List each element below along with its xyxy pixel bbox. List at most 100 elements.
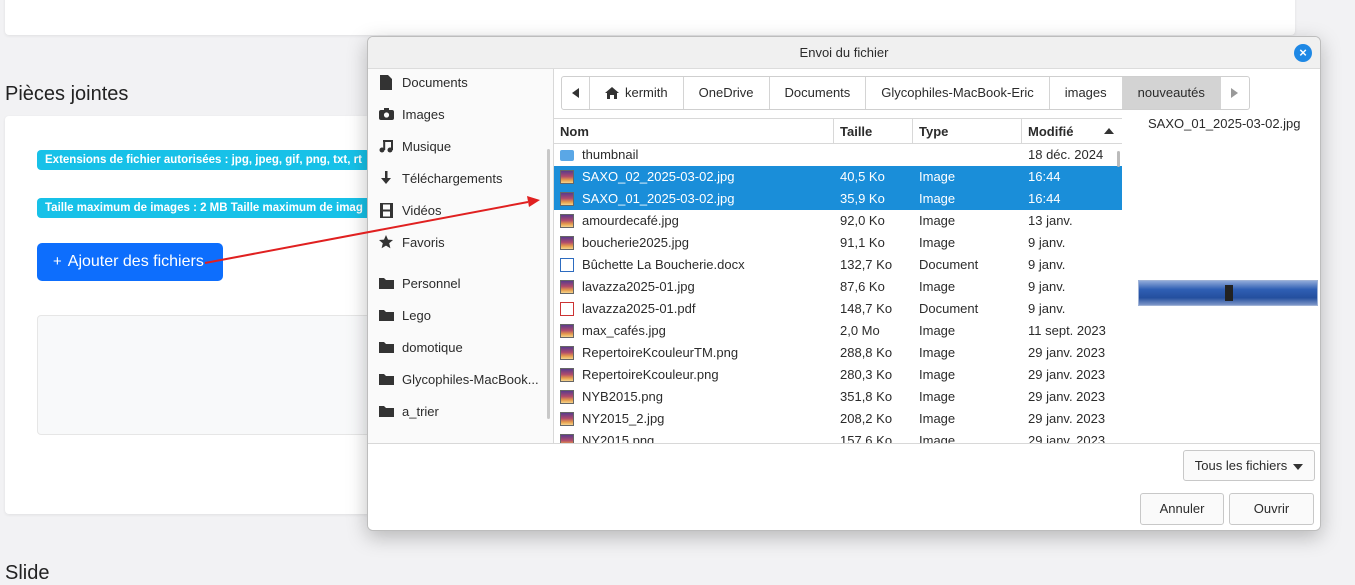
file-modified: 29 janv. 2023: [1028, 345, 1106, 360]
sidebar-item-documents[interactable]: Documents: [368, 69, 548, 95]
sidebar-item-videos[interactable]: Vidéos: [368, 197, 548, 223]
places-sidebar: Documents Images Musique Téléchargements…: [368, 69, 554, 443]
dialog-titlebar: Envoi du fichier ×: [368, 37, 1320, 69]
column-type[interactable]: Type: [913, 119, 1022, 143]
file-modified: 29 janv. 2023: [1028, 411, 1106, 426]
file-size: 148,7 Ko: [840, 301, 893, 316]
sidebar-item-downloads[interactable]: Téléchargements: [368, 165, 548, 191]
file-name-cell: NY2015.png: [554, 430, 834, 443]
sidebar-item-label: Vidéos: [402, 202, 442, 218]
file-row[interactable]: boucherie2025.jpg 91,1 Ko Image 9 janv.: [554, 232, 1122, 254]
add-files-label: Ajouter des fichiers: [67, 253, 204, 270]
file-row[interactable]: NYB2015.png 351,8 Ko Image 29 janv. 2023: [554, 386, 1122, 408]
file-name: RepertoireKcouleur.png: [582, 367, 719, 382]
file-row[interactable]: lavazza2025-01.jpg 87,6 Ko Image 9 janv.: [554, 276, 1122, 298]
sidebar-item-domotique[interactable]: domotique: [368, 334, 548, 360]
path-crumb-documents[interactable]: Documents: [770, 77, 867, 109]
sidebar-item-lego[interactable]: Lego: [368, 302, 548, 328]
dialog-footer: Tous les fichiers Annuler Ouvrir: [368, 443, 1320, 530]
path-back-button[interactable]: [562, 77, 590, 109]
path-crumb-label: kermith: [625, 85, 668, 100]
path-crumb-images[interactable]: images: [1050, 77, 1123, 109]
file-type: Image: [919, 169, 956, 184]
path-forward-button[interactable]: [1221, 77, 1249, 109]
file-list: Nom Taille Type Modifié thumbnail 18 déc.…: [554, 118, 1122, 443]
home-icon: [605, 87, 619, 99]
file-rows: thumbnail 18 déc. 2024 SAXO_02_2025-03-02.…: [554, 144, 1122, 443]
path-crumb-home[interactable]: kermith: [590, 77, 684, 109]
file-modified: 13 janv.: [1028, 213, 1073, 228]
file-modified: 18 déc. 2024: [1028, 147, 1104, 162]
image-file-icon: [560, 236, 574, 250]
file-name-cell: Bûchette La Boucherie.docx: [554, 254, 834, 276]
column-name[interactable]: Nom: [554, 119, 834, 143]
file-modified: 16:44: [1028, 191, 1061, 206]
dialog-title: Envoi du fichier: [799, 45, 889, 60]
file-name-cell: NYB2015.png: [554, 386, 834, 408]
open-button[interactable]: Ouvrir: [1229, 493, 1314, 525]
list-header: Nom Taille Type Modifié: [554, 119, 1122, 144]
file-type: Image: [919, 389, 956, 404]
file-row[interactable]: SAXO_02_2025-03-02.jpg 40,5 Ko Image 16:44: [554, 166, 1122, 188]
file-type: Image: [919, 411, 956, 426]
file-row[interactable]: NY2015_2.jpg 208,2 Ko Image 29 janv. 2023: [554, 408, 1122, 430]
folder-icon: [378, 307, 394, 323]
file-type: Image: [919, 345, 956, 360]
image-file-icon: [560, 170, 574, 184]
sidebar-item-a-trier[interactable]: a_trier: [368, 398, 548, 424]
film-icon: [378, 202, 394, 218]
file-row[interactable]: Bûchette La Boucherie.docx 132,7 Ko Docume…: [554, 254, 1122, 276]
file-name-cell: boucherie2025.jpg: [554, 232, 834, 254]
file-name-cell: SAXO_01_2025-03-02.jpg: [554, 188, 834, 210]
sort-ascending-icon: [1104, 128, 1114, 134]
file-row[interactable]: thumbnail 18 déc. 2024: [554, 144, 1122, 166]
file-name-cell: SAXO_02_2025-03-02.jpg: [554, 166, 834, 188]
filter-label: Tous les fichiers: [1194, 458, 1288, 473]
sidebar-item-music[interactable]: Musique: [368, 133, 548, 159]
file-size: 157,6 Ko: [840, 433, 893, 443]
file-type: Image: [919, 323, 956, 338]
file-type-filter[interactable]: Tous les fichiers: [1183, 450, 1315, 481]
sidebar-item-label: Personnel: [402, 275, 461, 291]
cancel-button[interactable]: Annuler: [1140, 493, 1224, 525]
sidebar-item-images[interactable]: Images: [368, 101, 548, 127]
file-size: 35,9 Ko: [840, 191, 885, 206]
file-row[interactable]: NY2015.png 157,6 Ko Image 29 janv. 2023: [554, 430, 1122, 443]
sidebar-item-personnel[interactable]: Personnel: [368, 270, 548, 296]
chevron-right-icon: [1231, 88, 1239, 98]
file-modified: 29 janv. 2023: [1028, 389, 1106, 404]
close-icon[interactable]: ×: [1294, 44, 1312, 62]
file-row[interactable]: RepertoireKcouleurTM.png 288,8 Ko Image 29 …: [554, 342, 1122, 364]
caret-down-icon: [1293, 463, 1304, 470]
add-files-button[interactable]: + Ajouter des fichiers: [37, 243, 223, 281]
file-name-cell: RepertoireKcouleurTM.png: [554, 342, 834, 364]
file-row[interactable]: amourdecafé.jpg 92,0 Ko Image 13 janv.: [554, 210, 1122, 232]
file-drop-zone[interactable]: [37, 315, 375, 435]
file-row[interactable]: max_cafés.jpg 2,0 Mo Image 11 sept. 2023: [554, 320, 1122, 342]
sidebar-item-glycophiles[interactable]: Glycophiles-MacBook...: [368, 366, 548, 392]
file-name: SAXO_01_2025-03-02.jpg: [582, 191, 735, 206]
file-name: boucherie2025.jpg: [582, 235, 689, 250]
file-name-cell: lavazza2025-01.pdf: [554, 298, 834, 320]
file-row[interactable]: RepertoireKcouleur.png 280,3 Ko Image 29 ja…: [554, 364, 1122, 386]
sidebar-item-label: Favoris: [402, 234, 445, 250]
path-bar: kermith OneDrive Documents Glycophiles-M…: [561, 76, 1250, 110]
sidebar-item-favorites[interactable]: Favoris: [368, 229, 548, 255]
file-modified: 29 janv. 2023: [1028, 433, 1106, 443]
path-crumb-glycophiles[interactable]: Glycophiles-MacBook-Eric: [866, 77, 1050, 109]
file-row[interactable]: lavazza2025-01.pdf 148,7 Ko Document 9 janv…: [554, 298, 1122, 320]
image-file-icon: [560, 434, 574, 443]
file-row[interactable]: SAXO_01_2025-03-02.jpg 35,9 Ko Image 16:44: [554, 188, 1122, 210]
file-size: 280,3 Ko: [840, 367, 893, 382]
path-crumb-onedrive[interactable]: OneDrive: [684, 77, 770, 109]
file-name: Bûchette La Boucherie.docx: [582, 257, 745, 272]
preview-image: [1138, 280, 1318, 306]
preview-filename: SAXO_01_2025-03-02.jpg: [1148, 116, 1301, 131]
column-size[interactable]: Taille: [834, 119, 913, 143]
file-name: thumbnail: [582, 147, 639, 162]
folder-icon: [378, 371, 394, 387]
sidebar-scrollbar[interactable]: [547, 149, 550, 419]
column-modified[interactable]: Modifié: [1022, 119, 1122, 143]
path-crumb-nouveautes[interactable]: nouveautés: [1122, 77, 1221, 109]
list-scrollbar[interactable]: [1117, 151, 1120, 167]
